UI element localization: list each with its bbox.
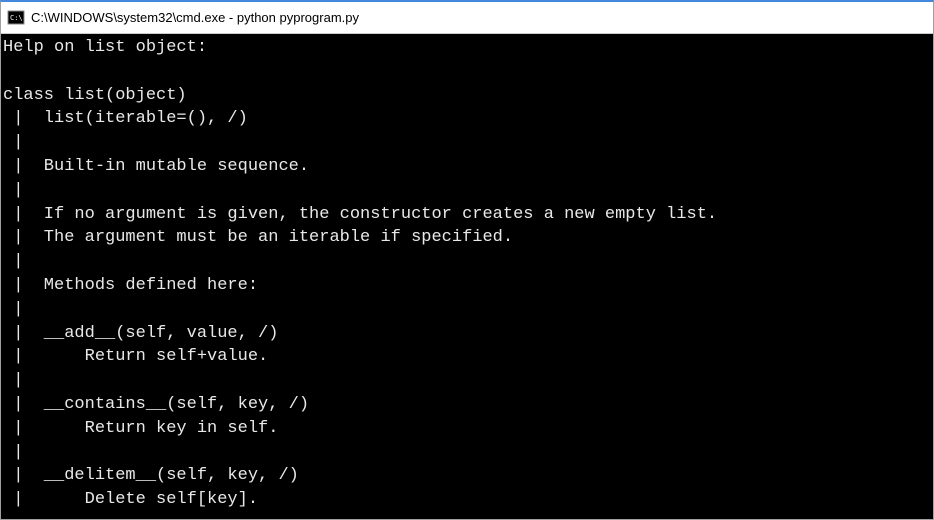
cmd-window: C:\ C:\WINDOWS\system32\cmd.exe - python… xyxy=(0,0,934,520)
svg-text:C:\: C:\ xyxy=(10,14,23,22)
titlebar[interactable]: C:\ C:\WINDOWS\system32\cmd.exe - python… xyxy=(1,2,933,34)
terminal-output[interactable]: Help on list object: class list(object) … xyxy=(1,34,933,519)
window-title: C:\WINDOWS\system32\cmd.exe - python pyp… xyxy=(31,10,359,25)
cmd-icon: C:\ xyxy=(7,9,25,27)
